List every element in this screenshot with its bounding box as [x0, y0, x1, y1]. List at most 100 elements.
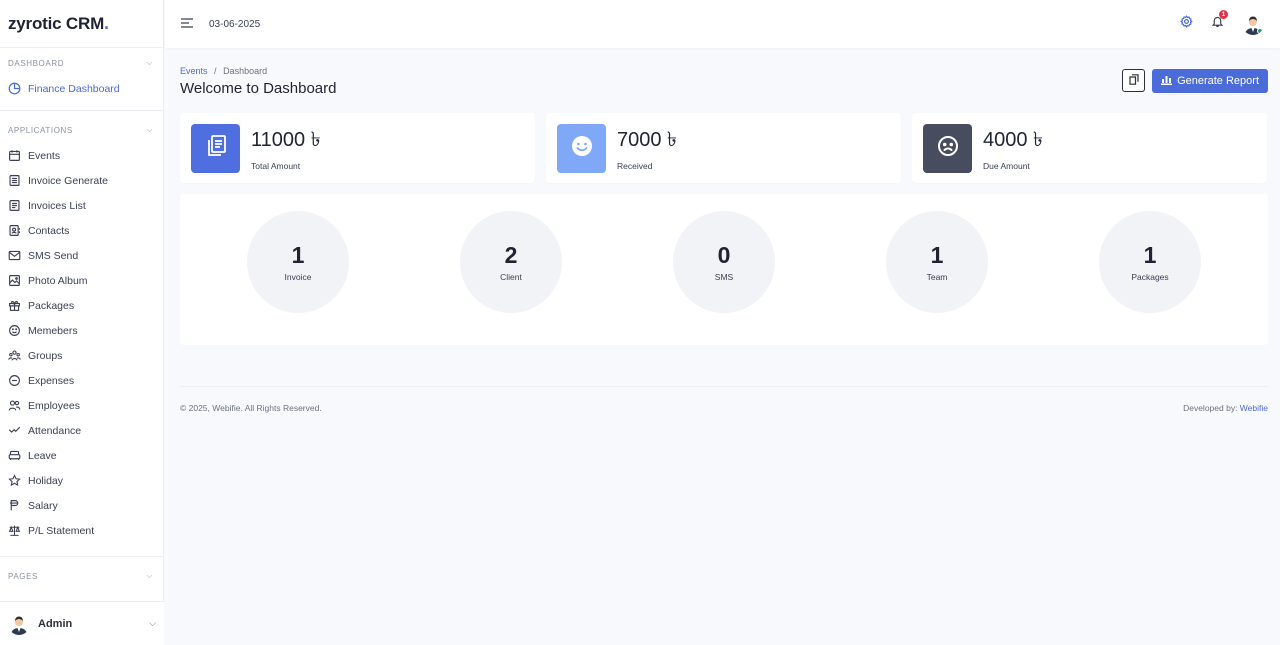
brand-logo[interactable]: zyrotic CRM.: [0, 0, 163, 48]
avatar: [8, 612, 30, 635]
developed-by-prefix: Developed by:: [1183, 403, 1240, 413]
sidebar-item-label: Photo Album: [28, 274, 88, 287]
current-date: 03-06-2025: [209, 18, 261, 30]
mail-icon: [8, 249, 21, 262]
sidebar-item-finance-dashboard[interactable]: Finance Dashboard: [0, 76, 163, 101]
avatar[interactable]: [1242, 13, 1264, 35]
sidebar-item-label: Attendance: [28, 424, 82, 437]
section-dashboard-label: DASHBOARD: [8, 58, 65, 68]
counter-value: 1: [1143, 242, 1157, 268]
copyright-text: © 2025, Webifie. All Rights Reserved.: [180, 403, 322, 413]
sidebar-item-label: SMS Send: [28, 249, 79, 262]
sidebar-item-sms-send[interactable]: SMS Send: [0, 243, 163, 268]
breadcrumb: Events / Dashboard: [180, 66, 1268, 76]
breadcrumb-current: Dashboard: [223, 66, 268, 76]
page-title: Welcome to Dashboard: [180, 80, 337, 97]
sidebar-item-packages[interactable]: Packages: [0, 293, 163, 318]
stat-icon-box: [923, 123, 972, 173]
stat-card-received: 7000 ৳ Received: [546, 113, 901, 183]
section-dashboard[interactable]: DASHBOARD ⌵: [0, 50, 163, 76]
sidebar-item-invoice-generate[interactable]: Invoice Generate: [0, 168, 163, 193]
counter-team: 1 Team: [886, 211, 988, 313]
stat-value: 11000 ৳: [251, 129, 321, 151]
sidebar-item-label: Employees: [28, 399, 80, 412]
calendar-icon: [8, 149, 21, 162]
sidebar-item-attendance[interactable]: Attendance: [0, 418, 163, 443]
brand-dot: .: [104, 13, 110, 33]
smile-icon: [8, 324, 21, 337]
sidebar-item-holiday[interactable]: Holiday: [0, 468, 163, 493]
stat-icon-box: [557, 123, 606, 173]
counter-invoice: 1 Invoice: [247, 211, 349, 313]
topbar: 03-06-2025 1: [165, 0, 1280, 48]
sidebar-item-memebers[interactable]: Memebers: [0, 318, 163, 343]
smile-icon: [571, 135, 593, 162]
counter-label: Packages: [1131, 272, 1169, 282]
sidebar-item-label: Holiday: [28, 474, 64, 487]
sidebar-item-label: Packages: [28, 299, 75, 312]
sidebar-item-pl-statement[interactable]: P/L Statement: [0, 518, 163, 543]
section-pages[interactable]: PAGES ⌵: [0, 563, 163, 589]
counter-label: SMS: [714, 272, 734, 282]
sidebar-item-events[interactable]: Events: [0, 143, 163, 168]
sidebar-item-groups[interactable]: Groups: [0, 343, 163, 368]
developer-link[interactable]: Webifie: [1240, 403, 1268, 413]
sidebar-item-leave[interactable]: Leave: [0, 443, 163, 468]
counter-value: 1: [291, 242, 305, 268]
chevron-down-icon: ⌵: [146, 58, 153, 67]
stat-value: 4000 ৳: [983, 129, 1044, 151]
stat-card-due-amount: 4000 ৳ Due Amount: [912, 113, 1267, 183]
documents-icon: [206, 134, 226, 162]
notification-bell-icon[interactable]: 1: [1211, 10, 1228, 33]
gift-icon: [8, 299, 21, 312]
sidebar-item-label: Groups: [28, 349, 63, 362]
user-menu[interactable]: Admin ⌵: [0, 601, 164, 645]
document-icon: [8, 174, 21, 187]
section-pages-label: PAGES: [8, 571, 38, 581]
breadcrumb-link-events[interactable]: Events: [180, 66, 208, 76]
counter-value: 2: [504, 242, 518, 268]
stat-label: Total Amount: [251, 161, 301, 171]
stats-row: 11000 ৳ Total Amount 7000 ৳ Received 400…: [180, 113, 1268, 183]
counter-packages: 1 Packages: [1099, 211, 1201, 313]
developed-by: Developed by: Webifie: [1183, 403, 1268, 413]
sad-face-icon: [937, 135, 959, 162]
generate-report-button[interactable]: Generate Report: [1152, 69, 1268, 93]
copy-button[interactable]: [1122, 69, 1146, 92]
sidebar-item-label: Invoice Generate: [28, 174, 108, 187]
document-list-icon: [8, 199, 21, 212]
brand-name: zyrotic CRM: [8, 13, 105, 33]
generate-report-label: Generate Report: [1177, 75, 1259, 87]
star-icon: [8, 474, 21, 487]
notification-badge: 1: [1219, 10, 1228, 19]
sidebar-item-label: Expenses: [28, 374, 75, 387]
page-actions: Generate Report: [1122, 69, 1268, 93]
settings-gear-icon[interactable]: [1180, 15, 1193, 33]
sidebar-item-label: Events: [28, 149, 61, 162]
counter-label: Client: [500, 272, 522, 282]
sidebar-item-invoices-list[interactable]: Invoices List: [0, 193, 163, 218]
counter-label: Invoice: [284, 272, 312, 282]
chevron-down-icon: ⌵: [146, 125, 153, 134]
sidebar-item-photo-album[interactable]: Photo Album: [0, 268, 163, 293]
users-icon: [8, 399, 21, 412]
page-footer: © 2025, Webifie. All Rights Reserved. De…: [180, 386, 1268, 413]
sidebar-item-contacts[interactable]: Contacts: [0, 218, 163, 243]
copy-icon: [1128, 72, 1139, 90]
counter-sms: 0 SMS: [673, 211, 775, 313]
sidebar-item-salary[interactable]: Salary: [0, 493, 163, 518]
stat-label: Received: [617, 161, 653, 171]
sidebar-item-expenses[interactable]: Expenses: [0, 368, 163, 393]
menu-toggle-icon[interactable]: [181, 15, 193, 33]
sidebar-item-label: Memebers: [28, 324, 78, 337]
section-applications[interactable]: APPLICATIONS ⌵: [0, 117, 163, 143]
sidebar: zyrotic CRM. DASHBOARD ⌵ Finance Dashboa…: [0, 0, 164, 645]
sidebar-item-employees[interactable]: Employees: [0, 393, 163, 418]
counter-client: 2 Client: [460, 211, 562, 313]
pie-chart-icon: [8, 82, 21, 95]
scale-icon: [8, 524, 21, 537]
section-applications-label: APPLICATIONS: [8, 125, 73, 135]
sidebar-item-label: Finance Dashboard: [28, 82, 120, 95]
sidebar-item-label: Salary: [28, 499, 58, 512]
counters-panel: 1 Invoice 2 Client 0 SMS 1 Team 1 Packag…: [180, 194, 1268, 345]
